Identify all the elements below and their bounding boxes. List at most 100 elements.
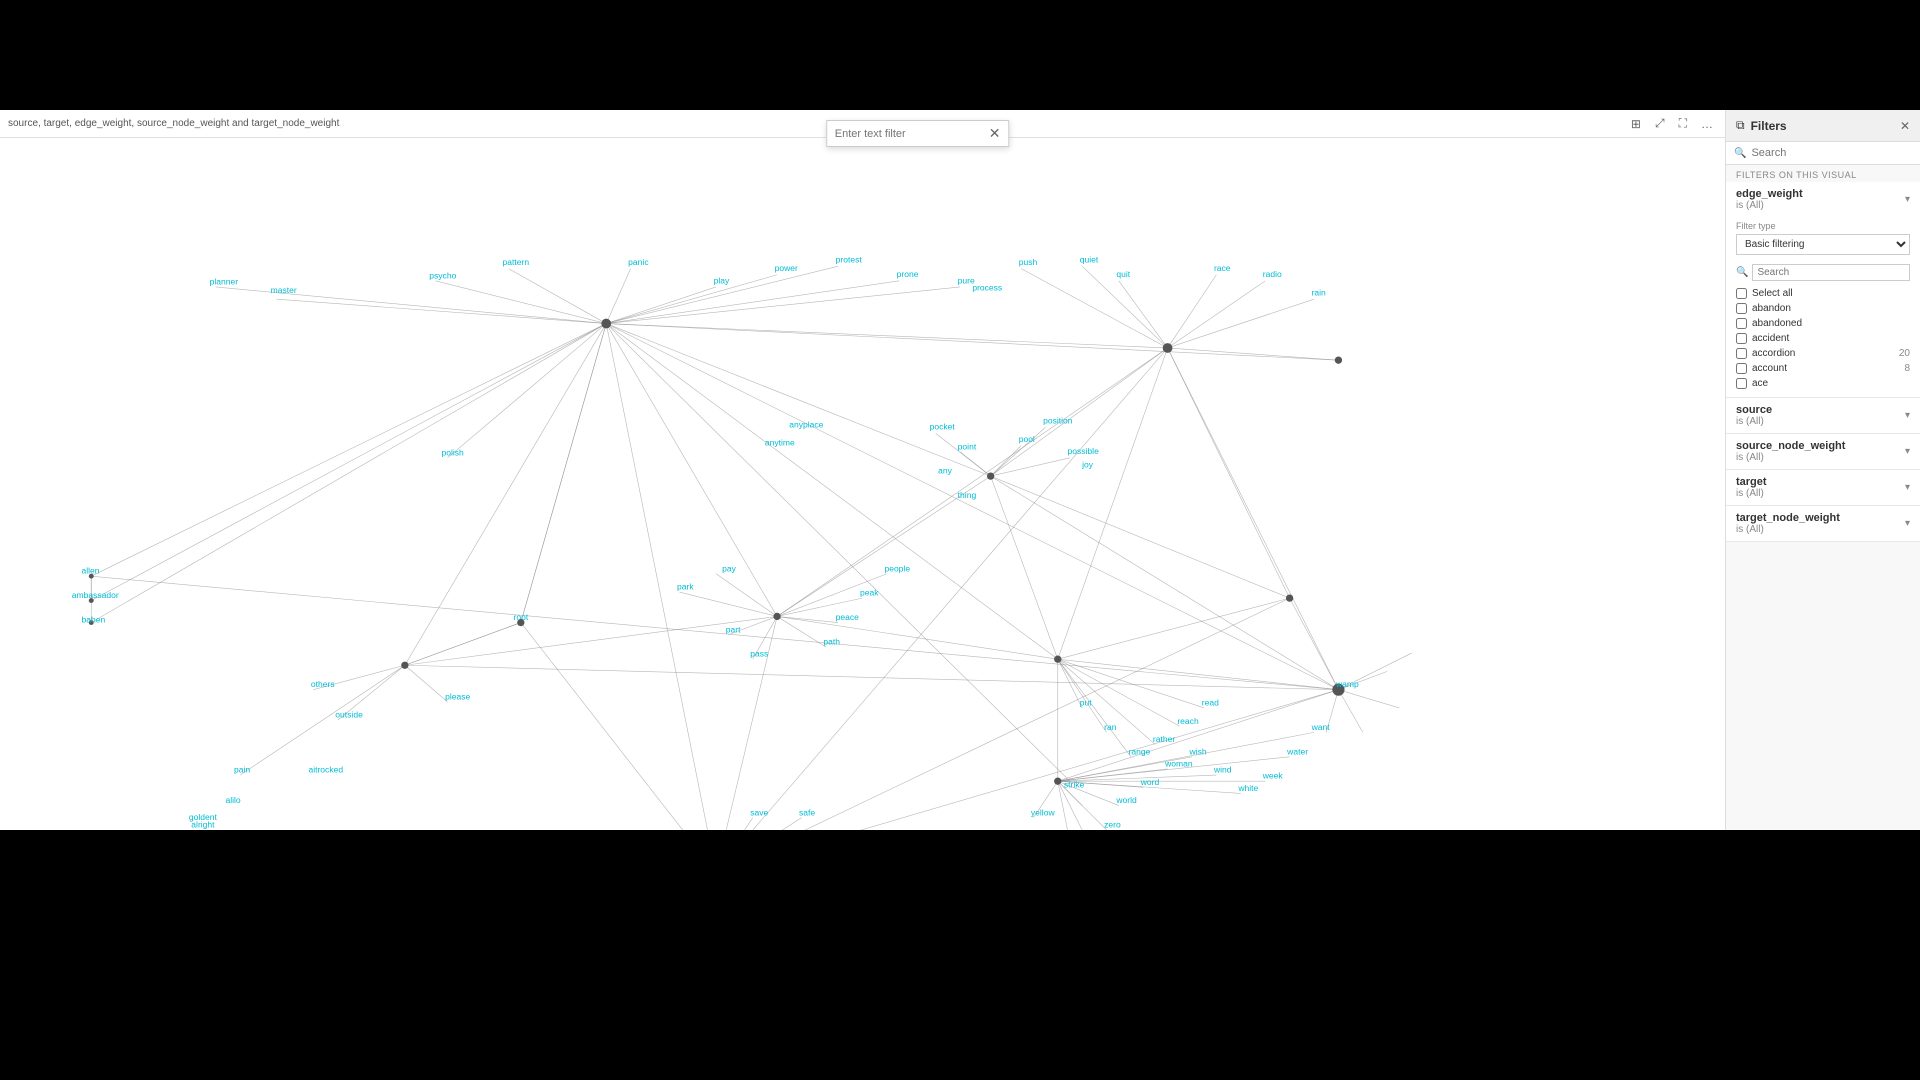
filter-option-label: account — [1752, 363, 1787, 374]
svg-text:joy: joy — [1081, 460, 1094, 470]
svg-text:protest: protest — [836, 255, 863, 265]
filter-section-edge-weight: edge_weight is (All) ▾ Filter type Basic… — [1726, 182, 1920, 398]
filter-option-label: abandoned — [1752, 318, 1802, 329]
filter-option-label: abandon — [1752, 303, 1791, 314]
svg-text:water: water — [1286, 746, 1308, 756]
filter-checkbox-account[interactable] — [1736, 363, 1747, 374]
filter-checkbox-accident[interactable] — [1736, 333, 1747, 344]
network-graph: planner master psycho pattern panic play… — [0, 110, 1725, 830]
svg-text:quit: quit — [1116, 269, 1130, 279]
canvas-container: source, target, edge_weight, source_node… — [0, 110, 1725, 830]
svg-text:reach: reach — [1177, 716, 1199, 726]
svg-text:ran: ran — [1104, 722, 1117, 732]
svg-text:safe: safe — [799, 807, 815, 817]
svg-text:path: path — [823, 637, 840, 647]
filters-on-label: Filters on this visual — [1726, 165, 1920, 182]
bottom-bar — [0, 830, 1920, 1080]
svg-text:pool: pool — [1019, 434, 1035, 444]
filter-items-search: 🔍 — [1726, 261, 1920, 284]
svg-text:people: people — [884, 563, 910, 573]
svg-text:allen: allen — [81, 566, 99, 576]
filter-options-list: Select all abandon abandoned accident ac… — [1726, 284, 1920, 397]
svg-text:please: please — [445, 691, 470, 701]
svg-text:strike: strike — [1064, 779, 1085, 789]
svg-text:planner: planner — [210, 277, 239, 287]
filter-source-node-weight-name: source_node_weight — [1736, 440, 1845, 452]
filters-collapse-btn[interactable]: ✕ — [1900, 119, 1910, 133]
filter-option-label: accident — [1752, 333, 1789, 344]
svg-text:bahen: bahen — [81, 615, 105, 625]
filter-option-accident: accident — [1736, 331, 1910, 346]
text-filter-input[interactable] — [835, 128, 985, 140]
filter-checkbox-abandoned[interactable] — [1736, 318, 1747, 329]
svg-text:root: root — [513, 612, 528, 622]
chevron-right-icon-4: ▾ — [1905, 518, 1910, 529]
chevron-down-icon: ▾ — [1905, 194, 1910, 205]
svg-text:range: range — [1129, 746, 1151, 756]
svg-text:play: play — [714, 275, 730, 285]
text-filter-close-btn[interactable]: ✕ — [989, 125, 1001, 142]
svg-text:part: part — [726, 624, 741, 634]
svg-text:any: any — [938, 466, 952, 476]
svg-text:outside: outside — [335, 710, 363, 720]
svg-text:park: park — [677, 582, 694, 592]
svg-text:anyplace: anyplace — [789, 419, 823, 429]
svg-text:prone: prone — [897, 269, 919, 279]
svg-text:pattern: pattern — [503, 257, 530, 267]
filters-title: Filters — [1751, 119, 1894, 133]
filter-search-input[interactable] — [1752, 264, 1910, 281]
filters-search-bar: 🔍 — [1726, 142, 1920, 165]
filter-edge-weight-value: is (All) — [1736, 200, 1803, 211]
filter-option-label: ace — [1752, 378, 1768, 389]
filter-checkbox-select-all[interactable] — [1736, 288, 1747, 299]
filters-icon: ⧉ — [1736, 118, 1745, 133]
filter-option-count-account: 8 — [1904, 363, 1910, 374]
filter-target-value: is (All) — [1736, 488, 1767, 499]
svg-text:process: process — [972, 283, 1002, 293]
chevron-right-icon-3: ▾ — [1905, 482, 1910, 493]
filter-section-source-header[interactable]: source is (All) ▾ — [1726, 398, 1920, 433]
svg-text:radio: radio — [1263, 269, 1282, 279]
filter-target-name: target — [1736, 476, 1767, 488]
svg-text:world: world — [1115, 795, 1137, 805]
filter-option-accordion: accordion 20 — [1736, 346, 1910, 361]
filter-option-abandoned: abandoned — [1736, 316, 1910, 331]
svg-text:alilo: alilo — [225, 795, 240, 805]
filter-section-target: target is (All) ▾ — [1726, 470, 1920, 506]
filter-checkbox-ace[interactable] — [1736, 378, 1747, 389]
filter-section-target-node-weight-header[interactable]: target_node_weight is (All) ▾ — [1726, 506, 1920, 541]
svg-text:power: power — [775, 263, 798, 273]
svg-text:push: push — [1019, 257, 1038, 267]
filter-section-target-header[interactable]: target is (All) ▾ — [1726, 470, 1920, 505]
svg-text:peak: peak — [860, 588, 879, 598]
filter-option-count-accordion: 20 — [1899, 348, 1910, 359]
filter-section-source-node-weight-header[interactable]: source_node_weight is (All) ▾ — [1726, 434, 1920, 469]
svg-text:race: race — [1214, 263, 1231, 273]
filter-checkbox-abandon[interactable] — [1736, 303, 1747, 314]
svg-text:save: save — [750, 807, 768, 817]
chevron-right-icon: ▾ — [1905, 410, 1910, 421]
filter-option-select-all: Select all — [1736, 286, 1910, 301]
filter-checkbox-accordion[interactable] — [1736, 348, 1747, 359]
svg-text:want: want — [1311, 722, 1331, 732]
svg-text:pain: pain — [234, 765, 250, 775]
filter-type-section: Filter type Basic filtering Advanced fil… — [1726, 217, 1920, 261]
filters-search-input[interactable] — [1751, 147, 1912, 159]
filter-section-source-node-weight: source_node_weight is (All) ▾ — [1726, 434, 1920, 470]
filter-target-node-weight-value: is (All) — [1736, 524, 1840, 535]
filter-section-edge-weight-header[interactable]: edge_weight is (All) ▾ — [1726, 182, 1920, 217]
svg-text:white: white — [1237, 783, 1258, 793]
filter-edge-weight-name: edge_weight — [1736, 188, 1803, 200]
filter-option-label: accordion — [1752, 348, 1795, 359]
search-icon: 🔍 — [1734, 148, 1746, 159]
svg-text:point: point — [958, 441, 977, 451]
svg-text:word: word — [1140, 777, 1160, 787]
svg-text:yellow: yellow — [1031, 807, 1056, 817]
svg-text:possible: possible — [1068, 446, 1100, 456]
filter-type-select[interactable]: Basic filtering Advanced filtering — [1736, 234, 1910, 255]
filter-target-node-weight-name: target_node_weight — [1736, 512, 1840, 524]
svg-text:pay: pay — [722, 563, 736, 573]
text-filter-box: ✕ — [826, 120, 1010, 147]
filter-section-target-node-weight: target_node_weight is (All) ▾ — [1726, 506, 1920, 542]
svg-text:others: others — [311, 679, 335, 689]
